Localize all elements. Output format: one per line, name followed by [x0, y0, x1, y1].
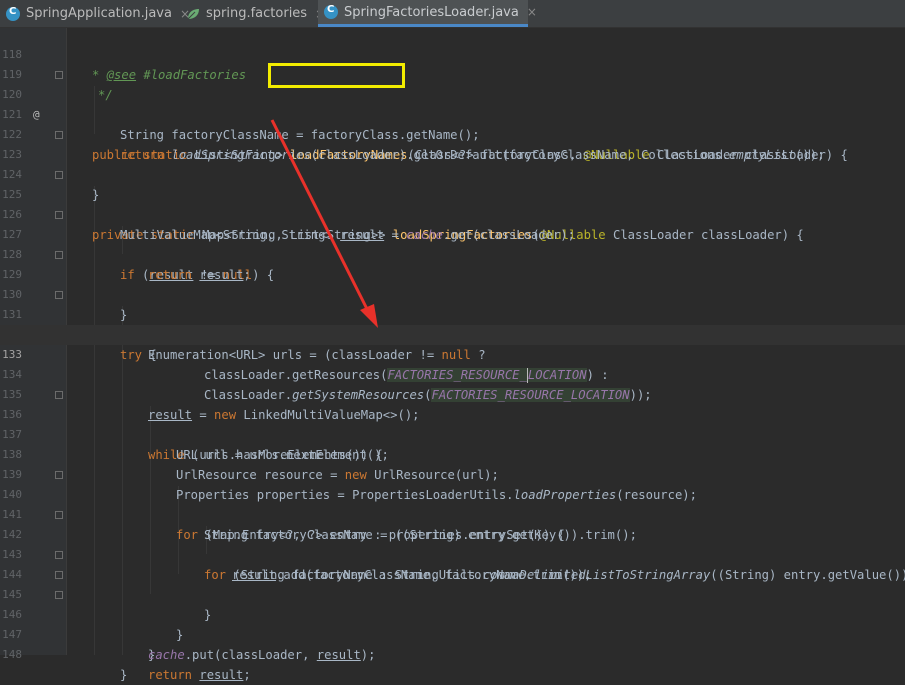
annotation-arrow [270, 119, 378, 328]
